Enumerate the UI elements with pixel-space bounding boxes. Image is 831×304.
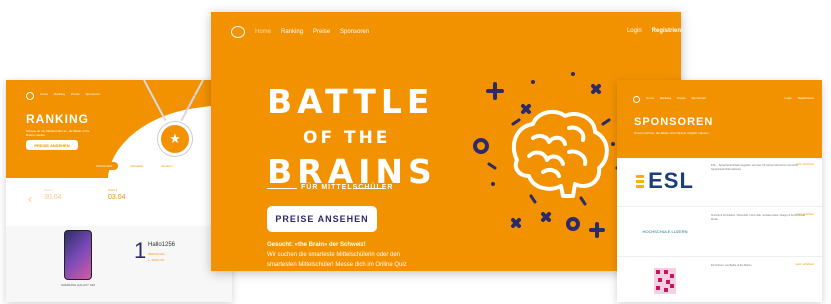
nav-preise[interactable]: Preise bbox=[313, 29, 330, 35]
prize-card-label: Preis 2 bbox=[108, 188, 118, 192]
page-subtitle: Unsere Partner, die Battle of the Brains… bbox=[634, 131, 710, 135]
esl-logo-bars-icon bbox=[636, 174, 645, 188]
sponsor-logo-text: ESL bbox=[648, 168, 694, 193]
nav-preise[interactable]: Preise bbox=[677, 96, 686, 103]
pink-pattern-logo-icon bbox=[654, 268, 676, 294]
sponsors-page-preview: Home Ranking Preise Sponsoren Login Regi… bbox=[617, 80, 822, 302]
nav-sponsoren[interactable]: Sponsoren bbox=[692, 96, 707, 103]
nav-ranking[interactable]: Ranking bbox=[54, 92, 65, 100]
sponsor-description: Ein Partner von Battle of the Brains. bbox=[711, 264, 753, 267]
ranking-tabs: Wöchentlich Monatlich Gesamt bbox=[90, 162, 178, 170]
hochschule-logo: HOCHSCHULE LUZERN bbox=[637, 216, 693, 246]
login-link[interactable]: Login bbox=[784, 96, 791, 100]
hero-title-line2: OF THE bbox=[303, 128, 391, 148]
page-title: RANKING bbox=[26, 112, 89, 126]
sponsor-card[interactable]: mehr erfahren Ein Partner von Battle of … bbox=[617, 258, 822, 302]
tagline-rule-right bbox=[353, 188, 383, 190]
star-medal-icon: ★ bbox=[158, 122, 192, 156]
sponsor-card[interactable]: ESL mehr erfahren ESL – Sprachaufenthalt… bbox=[617, 158, 822, 207]
prize-card-label: Preis 1 bbox=[44, 188, 54, 192]
sponsors-nav-right: Login Registrieren bbox=[784, 96, 814, 100]
brain-illustration-icon bbox=[473, 72, 632, 238]
tab-weekly[interactable]: Wöchentlich bbox=[90, 162, 119, 170]
user-name: Hallo1256 bbox=[148, 242, 176, 248]
user-rank: 1 bbox=[134, 238, 147, 263]
hero-title-line1: BATTLE bbox=[267, 82, 435, 121]
hero-paragraph-text: Wir suchen die smarteste Mittelschülerin… bbox=[267, 252, 407, 268]
sponsors-nav: Home Ranking Preise Sponsoren bbox=[633, 96, 706, 103]
sponsor-logo-text: HOCHSCHULE LUZERN bbox=[642, 228, 688, 234]
preise-ansehen-button[interactable]: PREISE ANSEHEN bbox=[26, 140, 78, 150]
user-points: 3600 Punkte bbox=[148, 252, 165, 256]
prize-section bbox=[6, 226, 232, 302]
prize-card-date: 03.04 bbox=[108, 194, 126, 201]
register-link[interactable]: Registrien bbox=[652, 28, 681, 34]
preise-ansehen-button[interactable]: PREISE ANSEHEN bbox=[267, 206, 377, 232]
tab-total[interactable]: Gesamt bbox=[155, 162, 178, 170]
prize-name: SAMSUNG GALAXY S10 bbox=[60, 283, 96, 287]
hero-paragraph: Gesucht: «the Brain» der Schweiz! Wir su… bbox=[267, 240, 427, 270]
login-link[interactable]: Login bbox=[192, 93, 199, 97]
esl-logo: ESL bbox=[636, 166, 694, 196]
sponsor-card[interactable]: HOCHSCHULE LUZERN mehr erfahren Technik … bbox=[617, 208, 822, 257]
tab-monthly[interactable]: Monatlich bbox=[124, 162, 150, 170]
prize-card-date: 30.04 bbox=[44, 194, 62, 201]
nav-sponsoren[interactable]: Sponsoren bbox=[86, 92, 101, 100]
main-nav: Home Ranking Preise Sponsoren bbox=[231, 26, 369, 38]
smartphone-image bbox=[64, 230, 92, 280]
nav-home[interactable]: Home bbox=[40, 92, 48, 100]
sponsor-logo-image bbox=[637, 266, 693, 296]
nav-home[interactable]: Home bbox=[646, 96, 654, 103]
brain-logo-icon[interactable] bbox=[26, 92, 34, 100]
nav-sponsoren[interactable]: Sponsoren bbox=[340, 29, 369, 35]
nav-ranking[interactable]: Ranking bbox=[660, 96, 671, 103]
sponsor-description: ESL – Sprachaufenthalte begleiten seit ü… bbox=[711, 164, 798, 171]
brain-logo-icon[interactable] bbox=[231, 26, 245, 38]
landing-page-preview: Home Ranking Preise Sponsoren Login Regi… bbox=[211, 12, 681, 271]
prize-card[interactable]: Preis 2 03.04 bbox=[102, 184, 172, 222]
ranking-page-preview: Home Ranking Preise Sponsoren Login Regi… bbox=[6, 80, 232, 302]
user-time: 1. 18:00 Uhr bbox=[148, 258, 165, 262]
ranking-nav: Home Ranking Preise Sponsoren bbox=[26, 92, 100, 100]
sponsor-description: Technik & Architektur, Wirtschaft, Infor… bbox=[711, 214, 805, 221]
nav-home[interactable]: Home bbox=[255, 29, 271, 35]
nav-ranking[interactable]: Ranking bbox=[281, 29, 303, 35]
tagline-rule-left bbox=[267, 188, 297, 190]
register-link[interactable]: Registrieren bbox=[798, 96, 814, 100]
chevron-left-icon[interactable]: ‹ bbox=[28, 192, 32, 206]
nav-preise[interactable]: Preise bbox=[71, 92, 80, 100]
hero-paragraph-heading: Gesucht: «the Brain» der Schweiz! bbox=[267, 242, 366, 248]
brain-logo-icon[interactable] bbox=[633, 96, 640, 103]
page-title: SPONSOREN bbox=[634, 116, 714, 128]
page-subtitle: Schaue dir die Mittelschüler an, die Bat… bbox=[26, 129, 90, 137]
main-nav-right: Login Registrien bbox=[627, 28, 681, 34]
prize-card[interactable]: Preis 1 30.04 bbox=[38, 184, 108, 222]
login-link[interactable]: Login bbox=[627, 28, 642, 34]
